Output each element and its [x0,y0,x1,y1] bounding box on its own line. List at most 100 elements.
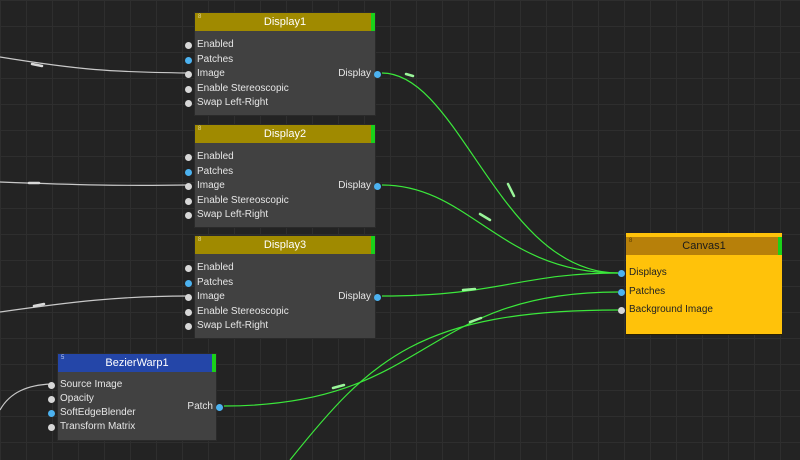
canvas1-input-patches[interactable]: Patches [618,285,665,299]
port-label: Display [338,291,371,302]
display3-title: Display3 [263,239,307,251]
port-label: SoftEdgeBlender [60,407,136,418]
port-dot-icon[interactable] [185,153,192,161]
port-label: Display [338,180,371,191]
display1-input-stereoscopic[interactable]: Enable Stereoscopic [185,82,289,96]
port-dot-icon[interactable] [185,293,192,301]
port-label: Enabled [197,262,234,273]
port-dot-icon[interactable] [185,264,192,272]
port-dot-icon[interactable] [185,182,192,190]
port-label: Display [338,68,371,79]
wire-display3-to-canvas[interactable] [381,272,619,297]
display2-node[interactable]: 8 Display2 Enabled Patches Image Enable … [185,124,381,228]
display3-input-stereoscopic[interactable]: Enable Stereoscopic [185,305,289,319]
display3-output-display[interactable]: Display [338,290,381,304]
display3-input-swap[interactable]: Swap Left-Right [185,319,268,333]
port-dot-icon[interactable] [618,306,625,314]
display2-title: Display2 [263,128,307,140]
port-label: Patch [187,401,213,412]
port-label: Image [197,180,225,191]
port-label: Enabled [197,151,234,162]
port-dot-icon[interactable] [185,99,192,107]
display3-input-image[interactable]: Image [185,290,225,304]
display1-header[interactable]: 8 Display1 [195,13,375,31]
canvas1-status-indicator [778,237,782,255]
wire-to-warp-source[interactable] [0,383,52,411]
port-label: Patches [197,54,234,65]
port-dot-icon[interactable] [374,293,381,301]
bezierwarp1-input-source-image[interactable]: Source Image [48,378,122,392]
port-label: Enabled [197,39,234,50]
canvas1-node[interactable]: 8 Canvas1 Displays Patches Background Im… [618,233,782,335]
port-label: Opacity [60,393,94,404]
port-label: Enable Stereoscopic [197,306,289,317]
display3-node[interactable]: 8 Display3 Enabled Patches Image Enable … [185,235,381,339]
canvas1-top-rule [626,233,782,235]
port-label: Background Image [629,304,713,315]
port-dot-icon[interactable] [185,279,192,287]
display2-input-enabled[interactable]: Enabled [185,150,234,164]
port-dot-icon[interactable] [185,56,192,64]
bezierwarp1-node[interactable]: 5 BezierWarp1 Source Image Opacity SoftE… [48,353,223,441]
port-dot-icon[interactable] [216,403,223,411]
port-dot-icon[interactable] [618,288,625,296]
port-dot-icon[interactable] [185,197,192,205]
canvas1-input-background-image[interactable]: Background Image [618,303,713,317]
wire-display2-to-canvas[interactable] [381,184,619,274]
port-dot-icon[interactable] [48,409,55,417]
display2-input-patches[interactable]: Patches [185,165,233,179]
wire-display1-to-canvas[interactable] [381,72,619,274]
wire-to-display3-image[interactable] [0,295,189,313]
display1-input-image[interactable]: Image [185,67,225,81]
bezierwarp1-header[interactable]: 5 BezierWarp1 [58,354,216,372]
port-dot-icon[interactable] [374,182,381,190]
port-label: Patches [197,277,234,288]
wire-to-display1-image[interactable] [0,56,189,74]
display2-header[interactable]: 8 Display2 [195,125,375,143]
canvas1-input-displays[interactable]: Displays [618,266,667,280]
bezierwarp1-output-patch[interactable]: Patch [187,400,223,414]
bezierwarp1-input-opacity[interactable]: Opacity [48,392,94,406]
port-dot-icon[interactable] [185,70,192,78]
port-label: Transform Matrix [60,421,136,432]
port-label: Swap Left-Right [197,97,269,108]
display2-status-indicator [371,125,375,143]
canvas1-index: 8 [629,238,633,244]
display3-header[interactable]: 8 Display3 [195,236,375,254]
port-dot-icon[interactable] [185,322,192,330]
port-label: Image [197,68,225,79]
port-dot-icon[interactable] [374,70,381,78]
display3-input-enabled[interactable]: Enabled [185,261,234,275]
display1-status-indicator [371,13,375,31]
display1-input-patches[interactable]: Patches [185,53,234,67]
canvas1-bottom-rule [626,334,782,335]
port-label: Enable Stereoscopic [197,195,289,206]
bezierwarp1-status-indicator [212,354,216,372]
port-label: Swap Left-Right [197,209,269,220]
display2-input-image[interactable]: Image [185,179,225,193]
port-dot-icon[interactable] [48,423,55,431]
port-dot-icon[interactable] [185,308,192,316]
display1-output-display[interactable]: Display [338,67,381,81]
display1-node[interactable]: 8 Display1 Enabled Patches Image Enable … [185,12,381,116]
display1-input-swap[interactable]: Swap Left-Right [185,96,269,110]
canvas1-title: Canvas1 [682,240,726,252]
port-dot-icon[interactable] [185,211,192,219]
bezierwarp1-input-softedgeblender[interactable]: SoftEdgeBlender [48,406,136,420]
port-dot-icon[interactable] [48,381,55,389]
display3-status-indicator [371,236,375,254]
display1-input-enabled[interactable]: Enabled [185,38,234,52]
port-label: Image [197,291,225,302]
display2-output-display[interactable]: Display [338,179,381,193]
display3-input-patches[interactable]: Patches [185,276,234,290]
display2-input-stereoscopic[interactable]: Enable Stereoscopic [185,194,289,208]
port-dot-icon[interactable] [185,85,192,93]
port-dot-icon[interactable] [185,41,192,49]
port-dot-icon[interactable] [48,395,55,403]
bezierwarp1-input-transform-matrix[interactable]: Transform Matrix [48,420,136,434]
display3-index: 8 [198,237,202,243]
port-dot-icon[interactable] [185,168,192,176]
canvas1-header[interactable]: 8 Canvas1 [626,237,782,255]
port-dot-icon[interactable] [618,269,625,277]
display2-input-swap[interactable]: Swap Left-Right [185,208,269,222]
